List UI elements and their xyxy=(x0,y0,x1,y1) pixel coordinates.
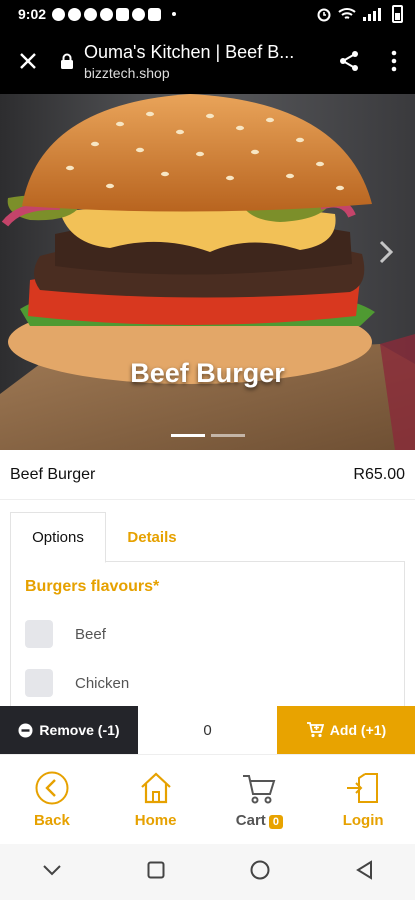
option-beef[interactable]: Beef xyxy=(25,620,106,648)
carousel-dot[interactable] xyxy=(211,434,245,437)
nav-back-label: Back xyxy=(33,812,70,829)
product-image-carousel[interactable]: Beef Burger xyxy=(0,94,415,450)
share-icon xyxy=(340,51,358,71)
checkbox[interactable] xyxy=(25,620,53,648)
close-button[interactable] xyxy=(0,51,56,71)
remove-button[interactable]: Remove (-1) xyxy=(0,706,138,754)
overflow-menu-button[interactable] xyxy=(373,50,415,72)
close-icon xyxy=(20,53,36,69)
nav-cart-label: Cart xyxy=(235,812,266,829)
facebook-icon xyxy=(84,7,98,21)
signal-icon xyxy=(363,8,381,21)
tab-details[interactable]: Details xyxy=(106,512,198,563)
cart-plus-icon xyxy=(306,722,324,738)
carousel-indicators xyxy=(171,434,245,437)
more-vert-icon xyxy=(391,50,397,72)
product-header: Beef Burger R65.00 xyxy=(0,450,415,500)
browser-toolbar: Ouma's Kitchen | Beef B... bizztech.shop xyxy=(0,28,415,94)
option-chicken[interactable]: Chicken xyxy=(25,669,129,697)
chevron-right-icon xyxy=(379,240,394,264)
product-name: Beef Burger xyxy=(10,465,96,483)
notification-icons xyxy=(52,7,177,21)
alarm-icon xyxy=(317,8,331,22)
product-price: R65.00 xyxy=(353,465,405,483)
checkbox[interactable] xyxy=(25,669,53,697)
nav-login[interactable]: Login xyxy=(311,755,415,844)
system-recents-button[interactable] xyxy=(147,861,165,884)
address-bar[interactable]: Ouma's Kitchen | Beef B... bizztech.shop xyxy=(84,42,325,81)
burger-photo xyxy=(0,94,415,450)
nav-cart-label-wrap: Cart 0 xyxy=(236,812,283,829)
circle-icon xyxy=(250,860,270,879)
home-icon xyxy=(140,772,171,804)
status-time: 9:02 xyxy=(18,6,47,22)
facebook-icon xyxy=(100,7,114,21)
carousel-dot[interactable] xyxy=(171,434,205,437)
bottom-navigation: Back Home Cart 0 Login xyxy=(0,754,415,844)
battery-icon xyxy=(392,5,403,23)
back-circle-icon xyxy=(35,771,69,805)
add-button[interactable]: Add (+1) xyxy=(277,706,415,754)
hero-caption: Beef Burger xyxy=(130,358,285,388)
cart-count-badge: 0 xyxy=(268,815,283,829)
wifi-icon xyxy=(338,8,356,19)
page-url: bizztech.shop xyxy=(84,64,170,81)
chevron-down-icon xyxy=(43,865,62,876)
page-title: Ouma's Kitchen | Beef B... xyxy=(84,41,295,62)
cart-icon xyxy=(243,775,276,804)
nav-home[interactable]: Home xyxy=(104,755,208,844)
quantity-action-bar: Remove (-1) 0 Add (+1) xyxy=(0,706,415,754)
options-panel: Burgers flavours* Beef Chicken xyxy=(10,562,405,706)
option-label: Chicken xyxy=(75,674,130,692)
more-notifications-dot-icon xyxy=(172,12,177,16)
product-details: Options Details Burgers flavours* Beef C… xyxy=(0,500,415,706)
nav-home-label: Home xyxy=(134,812,177,829)
whatsapp-icon xyxy=(52,7,66,21)
login-icon xyxy=(347,773,379,803)
status-bar: 9:02 xyxy=(0,0,415,28)
options-section-title: Burgers flavours* xyxy=(25,578,160,595)
nav-cart[interactable]: Cart 0 xyxy=(208,755,312,844)
messenger-icon xyxy=(68,7,82,21)
facebook-icon xyxy=(132,7,146,21)
square-icon xyxy=(147,861,165,878)
nav-login-label: Login xyxy=(342,812,384,829)
tiktok-icon xyxy=(116,7,130,21)
system-back-down-button[interactable] xyxy=(42,863,62,881)
carousel-next-button[interactable] xyxy=(379,240,394,269)
minus-circle-icon xyxy=(18,723,33,737)
share-button[interactable] xyxy=(325,49,373,73)
system-home-button[interactable] xyxy=(250,860,270,885)
nav-back[interactable]: Back xyxy=(0,755,104,844)
quantity-field[interactable]: 0 xyxy=(138,706,277,754)
instagram-icon xyxy=(148,7,162,21)
add-label: Add (+1) xyxy=(329,722,387,738)
system-navigation-bar xyxy=(0,844,415,900)
tab-bar: Options Details xyxy=(10,512,405,563)
tab-options[interactable]: Options xyxy=(10,512,106,563)
lock-icon xyxy=(56,53,78,70)
triangle-back-icon xyxy=(355,859,372,880)
option-label: Beef xyxy=(75,625,106,643)
system-back-button[interactable] xyxy=(355,859,373,885)
remove-label: Remove (-1) xyxy=(39,722,120,738)
